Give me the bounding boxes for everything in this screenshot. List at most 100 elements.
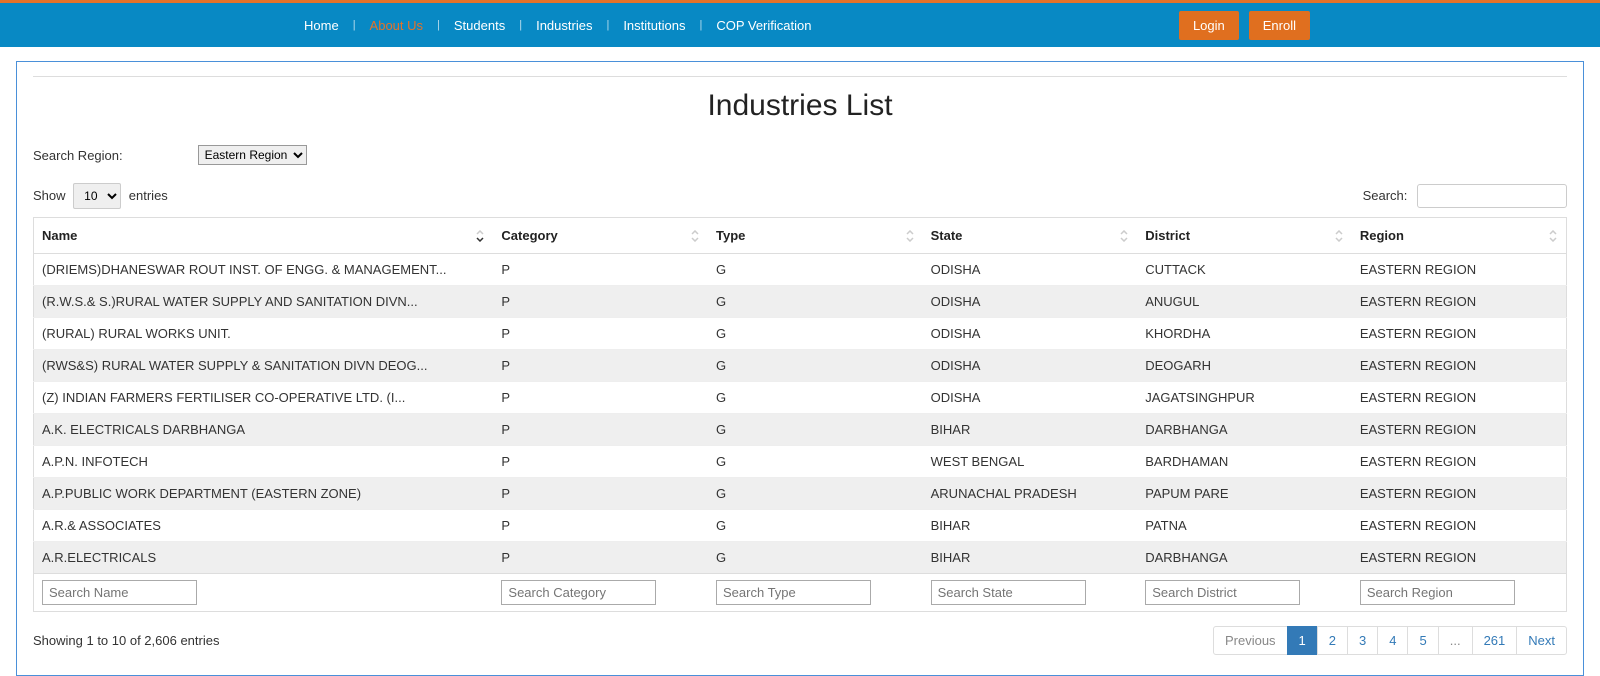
cell-region: EASTERN REGION — [1352, 446, 1567, 478]
cell-state: ODISHA — [923, 382, 1138, 414]
filter-state[interactable] — [931, 580, 1086, 605]
entries-control: Show 10 entries — [33, 183, 168, 209]
nav-industries[interactable]: Industries — [522, 18, 606, 33]
nav-sep: | — [519, 19, 522, 31]
cell-state: WEST BENGAL — [923, 446, 1138, 478]
sort-icon — [690, 230, 700, 242]
filter-category[interactable] — [501, 580, 656, 605]
cell-name: A.R.ELECTRICALS — [34, 542, 494, 574]
cell-state: BIHAR — [923, 542, 1138, 574]
cell-type: G — [708, 478, 923, 510]
page-last[interactable]: 261 — [1472, 626, 1518, 655]
search-region-label: Search Region: — [33, 148, 123, 163]
divider — [33, 76, 1567, 77]
cell-name: A.R.& ASSOCIATES — [34, 510, 494, 542]
page-3[interactable]: 3 — [1347, 626, 1378, 655]
nav-left: Home | About Us | Students | Industries … — [290, 18, 825, 33]
region-select[interactable]: Eastern Region — [198, 145, 307, 165]
cell-state: ODISHA — [923, 350, 1138, 382]
cell-name: (RURAL) RURAL WORKS UNIT. — [34, 318, 494, 350]
nav-institutions[interactable]: Institutions — [609, 18, 699, 33]
table-controls: Show 10 entries Search: — [33, 183, 1567, 209]
table-info: Showing 1 to 10 of 2,606 entries — [33, 633, 219, 648]
cell-category: P — [493, 510, 708, 542]
search-label: Search: — [1363, 188, 1408, 203]
cell-name: A.P.N. INFOTECH — [34, 446, 494, 478]
cell-region: EASTERN REGION — [1352, 254, 1567, 286]
table-row: A.P.PUBLIC WORK DEPARTMENT (EASTERN ZONE… — [34, 478, 1567, 510]
login-button[interactable]: Login — [1179, 11, 1239, 40]
col-category-label: Category — [501, 228, 557, 243]
cell-type: G — [708, 350, 923, 382]
search-input[interactable] — [1417, 184, 1567, 208]
cell-district: DEOGARH — [1137, 350, 1352, 382]
col-type[interactable]: Type — [708, 218, 923, 254]
main-panel: Industries List Search Region: Eastern R… — [16, 61, 1584, 676]
page-5[interactable]: 5 — [1407, 626, 1438, 655]
cell-region: EASTERN REGION — [1352, 286, 1567, 318]
col-category[interactable]: Category — [493, 218, 708, 254]
cell-district: ANUGUL — [1137, 286, 1352, 318]
table-header-row: Name Category Type — [34, 218, 1567, 254]
cell-name: (RWS&S) RURAL WATER SUPPLY & SANITATION … — [34, 350, 494, 382]
filter-name[interactable] — [42, 580, 197, 605]
nav-sep: | — [353, 19, 356, 31]
page-1[interactable]: 1 — [1287, 626, 1318, 655]
filter-region[interactable] — [1360, 580, 1515, 605]
entries-select[interactable]: 10 — [73, 183, 121, 209]
cell-type: G — [708, 286, 923, 318]
cell-category: P — [493, 414, 708, 446]
nav-students[interactable]: Students — [440, 18, 519, 33]
page-4[interactable]: 4 — [1377, 626, 1408, 655]
cell-category: P — [493, 382, 708, 414]
cell-region: EASTERN REGION — [1352, 318, 1567, 350]
cell-district: PATNA — [1137, 510, 1352, 542]
page-next[interactable]: Next — [1516, 626, 1567, 655]
cell-district: JAGATSINGHPUR — [1137, 382, 1352, 414]
cell-state: BIHAR — [923, 510, 1138, 542]
cell-type: G — [708, 414, 923, 446]
cell-name: (DRIEMS)DHANESWAR ROUT INST. OF ENGG. & … — [34, 254, 494, 286]
page-previous[interactable]: Previous — [1213, 626, 1288, 655]
nav-home[interactable]: Home — [290, 18, 353, 33]
cell-district: PAPUM PARE — [1137, 478, 1352, 510]
col-state[interactable]: State — [923, 218, 1138, 254]
cell-category: P — [493, 350, 708, 382]
cell-district: BARDHAMAN — [1137, 446, 1352, 478]
filter-row — [34, 574, 1567, 612]
cell-region: EASTERN REGION — [1352, 382, 1567, 414]
filter-district[interactable] — [1145, 580, 1300, 605]
cell-region: EASTERN REGION — [1352, 542, 1567, 574]
cell-state: ODISHA — [923, 318, 1138, 350]
show-label: Show — [33, 188, 66, 203]
cell-name: (R.W.S.& S.)RURAL WATER SUPPLY AND SANIT… — [34, 286, 494, 318]
table-bottom: Showing 1 to 10 of 2,606 entries Previou… — [33, 626, 1567, 655]
cell-name: A.P.PUBLIC WORK DEPARTMENT (EASTERN ZONE… — [34, 478, 494, 510]
page-2[interactable]: 2 — [1317, 626, 1348, 655]
nav-cop-verification[interactable]: COP Verification — [702, 18, 825, 33]
cell-state: ODISHA — [923, 254, 1138, 286]
cell-category: P — [493, 446, 708, 478]
col-district[interactable]: District — [1137, 218, 1352, 254]
nav-about-us[interactable]: About Us — [356, 18, 437, 33]
cell-type: G — [708, 446, 923, 478]
nav-sep: | — [606, 19, 609, 31]
nav-sep: | — [437, 19, 440, 31]
region-filter-row: Search Region: Eastern Region — [33, 145, 1567, 165]
filter-type[interactable] — [716, 580, 871, 605]
table-row: (RWS&S) RURAL WATER SUPPLY & SANITATION … — [34, 350, 1567, 382]
col-name[interactable]: Name — [34, 218, 494, 254]
col-state-label: State — [931, 228, 963, 243]
table-row: A.K. ELECTRICALS DARBHANGAPGBIHARDARBHAN… — [34, 414, 1567, 446]
table-row: (RURAL) RURAL WORKS UNIT.PGODISHAKHORDHA… — [34, 318, 1567, 350]
cell-state: ARUNACHAL PRADESH — [923, 478, 1138, 510]
cell-type: G — [708, 318, 923, 350]
table-row: (R.W.S.& S.)RURAL WATER SUPPLY AND SANIT… — [34, 286, 1567, 318]
sort-icon — [905, 230, 915, 242]
enroll-button[interactable]: Enroll — [1249, 11, 1310, 40]
cell-state: BIHAR — [923, 414, 1138, 446]
col-region[interactable]: Region — [1352, 218, 1567, 254]
col-name-label: Name — [42, 228, 77, 243]
nav-sep: | — [699, 19, 702, 31]
pagination: Previous 1 2 3 4 5 ... 261 Next — [1214, 626, 1567, 655]
